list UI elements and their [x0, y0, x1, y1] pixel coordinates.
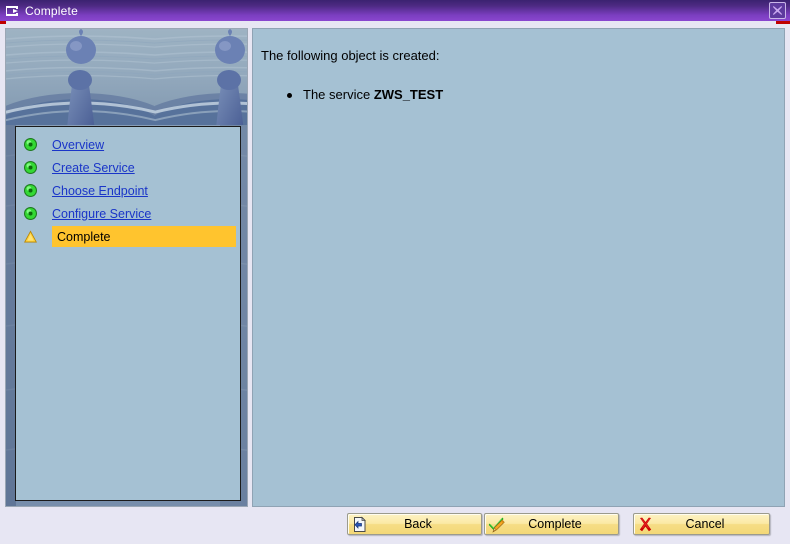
- green-status-icon: [24, 184, 37, 197]
- close-icon: [773, 6, 782, 15]
- window-title: Complete: [25, 3, 78, 18]
- green-status-icon: [24, 161, 37, 174]
- wizard-window: Complete Overview Create Service Choose …: [0, 0, 790, 544]
- sidebar-item-overview-label: Overview: [52, 137, 105, 152]
- sidebar-item-complete-label-wrap: Complete: [52, 226, 236, 247]
- sidebar-item-configure-service-label: Configure Service: [52, 206, 152, 221]
- sidebar-item-configure-service-label-wrap: Configure Service: [52, 203, 151, 224]
- wizard-sidebar: Overview Create Service Choose Endpoint …: [5, 28, 248, 507]
- check-pencil-icon: [488, 517, 505, 533]
- button-bar: Back Complete Cancel: [0, 511, 790, 544]
- back-page-icon: [354, 516, 366, 532]
- sidebar-item-choose-endpoint-label: Choose Endpoint: [52, 183, 148, 198]
- window-arrow-icon: [6, 5, 18, 16]
- list-item: The service ZWS_TEST: [283, 87, 443, 103]
- sidebar-item-overview-label-wrap: Overview: [52, 134, 104, 155]
- cancel-button[interactable]: Cancel: [633, 513, 770, 535]
- sidebar-item-overview[interactable]: Overview: [16, 133, 240, 156]
- content-intro-text: The following object is created:: [261, 48, 440, 63]
- created-object-list: The service ZWS_TEST: [283, 87, 443, 103]
- list-item-prefix: The service: [303, 87, 374, 102]
- complete-button[interactable]: Complete: [484, 513, 619, 535]
- sidebar-item-configure-service[interactable]: Configure Service: [16, 202, 240, 225]
- complete-button-label: Complete: [528, 517, 582, 531]
- green-status-icon: [24, 138, 37, 151]
- back-button-label: Back: [404, 517, 432, 531]
- close-button[interactable]: [769, 2, 786, 19]
- client-area: Overview Create Service Choose Endpoint …: [0, 24, 790, 544]
- green-status-icon: [24, 207, 37, 220]
- sidebar-item-create-service[interactable]: Create Service: [16, 156, 240, 179]
- cancel-button-label: Cancel: [685, 517, 725, 531]
- sidebar-item-choose-endpoint[interactable]: Choose Endpoint: [16, 179, 240, 202]
- sidebar-item-choose-endpoint-label-wrap: Choose Endpoint: [52, 180, 148, 201]
- sidebar-item-create-service-label: Create Service: [52, 160, 135, 175]
- warning-triangle-icon: [24, 230, 37, 243]
- red-x-icon: [639, 517, 652, 531]
- list-item-object-name: ZWS_TEST: [373, 87, 444, 102]
- wizard-step-list: Overview Create Service Choose Endpoint …: [15, 126, 241, 501]
- sidebar-item-complete-label: Complete: [57, 229, 111, 244]
- sidebar-item-complete[interactable]: Complete: [16, 225, 240, 248]
- sidebar-item-create-service-label-wrap: Create Service: [52, 157, 135, 178]
- back-button[interactable]: Back: [347, 513, 482, 535]
- content-panel: The following object is created: The ser…: [252, 28, 785, 507]
- title-bar: Complete: [0, 0, 790, 21]
